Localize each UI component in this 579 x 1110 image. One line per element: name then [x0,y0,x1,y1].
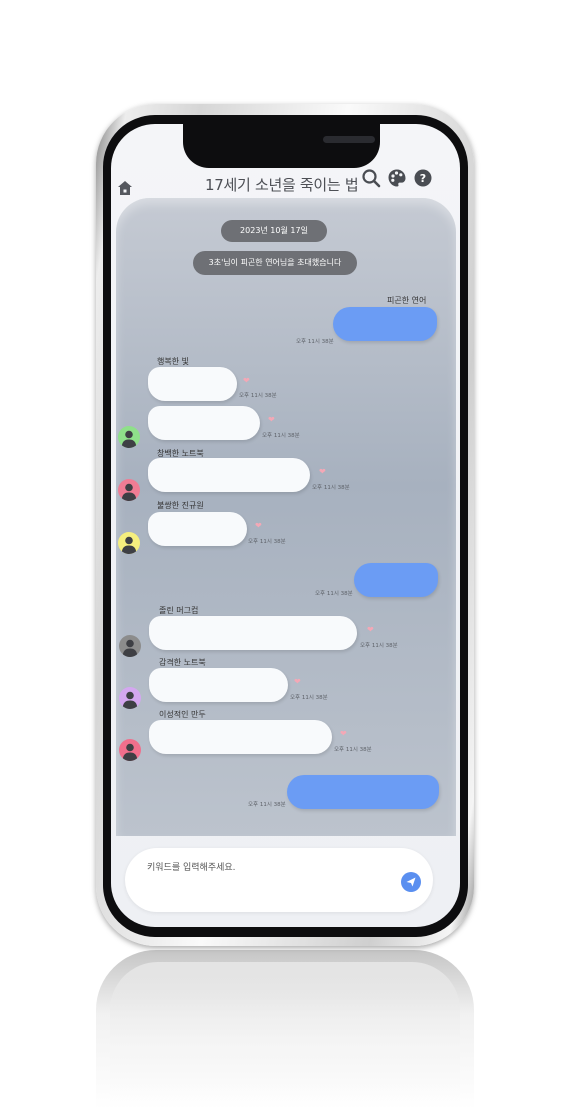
help-icon[interactable]: ? [413,168,433,188]
sender-name: 졸린 머그컵 [159,606,199,615]
heart-icon[interactable]: ❤ [319,468,326,476]
sender-name: 감격한 노트북 [159,658,206,667]
sender-name: 불쌍한 진규원 [157,501,204,510]
my-nickname: 피곤한 연어 [387,296,427,305]
avatar[interactable] [118,532,140,554]
avatar[interactable] [119,635,141,657]
chat-area[interactable]: 2023년 10월 17일 3초'님이 피곤한 연어님을 초대했습니다 피곤한 … [116,198,456,836]
phone-screen: 17세기 소년을 죽이는 법 ? 2023년 10월 17일 3초'님이 피곤한… [111,124,460,927]
sender-name: 이성적인 만두 [159,710,206,719]
sent-message-bubble[interactable] [333,307,437,341]
message-time: 오후 11시 38분 [239,393,277,399]
search-icon[interactable] [361,168,381,188]
avatar[interactable] [119,687,141,709]
send-button[interactable] [401,872,421,892]
message-time: 오후 11시 38분 [360,643,398,649]
heart-icon[interactable]: ❤ [243,377,250,385]
heart-icon[interactable]: ❤ [294,678,301,686]
notch [183,124,380,168]
message-time: 오후 11시 38분 [315,591,353,597]
heart-icon[interactable]: ❤ [255,522,262,530]
received-message-bubble[interactable] [148,367,237,401]
send-icon [406,877,416,887]
input-placeholder: 키워드를 입력해주세요. [147,863,236,873]
message-time: 오후 11시 38분 [290,695,328,701]
date-divider: 2023년 10월 17일 [221,220,327,242]
message-time: 오후 11시 38분 [248,539,286,545]
received-message-bubble[interactable] [148,512,247,546]
message-time: 오후 11시 38분 [262,433,300,439]
svg-text:?: ? [420,172,426,185]
sent-message-bubble[interactable] [287,775,439,809]
room-title: 17세기 소년을 죽이는 법 [205,176,359,194]
message-input[interactable]: 키워드를 입력해주세요. [125,848,433,912]
heart-icon[interactable]: ❤ [367,626,374,634]
palette-icon[interactable] [387,168,407,188]
sender-name: 행복한 빛 [157,357,189,366]
home-icon[interactable] [117,180,133,196]
avatar[interactable] [118,426,140,448]
received-message-bubble[interactable] [149,720,332,754]
speaker [323,136,375,143]
received-message-bubble[interactable] [148,458,310,492]
received-message-bubble[interactable] [149,616,357,650]
sent-message-bubble[interactable] [354,563,438,597]
heart-icon[interactable]: ❤ [340,730,347,738]
screen-reflection [110,962,460,1102]
message-time: 오후 11시 38분 [312,485,350,491]
message-time: 오후 11시 38분 [296,339,334,345]
received-message-bubble[interactable] [148,406,260,440]
avatar[interactable] [118,479,140,501]
message-time: 오후 11시 38분 [334,747,372,753]
avatar[interactable] [119,739,141,761]
received-message-bubble[interactable] [149,668,288,702]
heart-icon[interactable]: ❤ [268,416,275,424]
system-notice: 3초'님이 피곤한 연어님을 초대했습니다 [193,251,357,275]
message-time: 오후 11시 38분 [248,802,286,808]
